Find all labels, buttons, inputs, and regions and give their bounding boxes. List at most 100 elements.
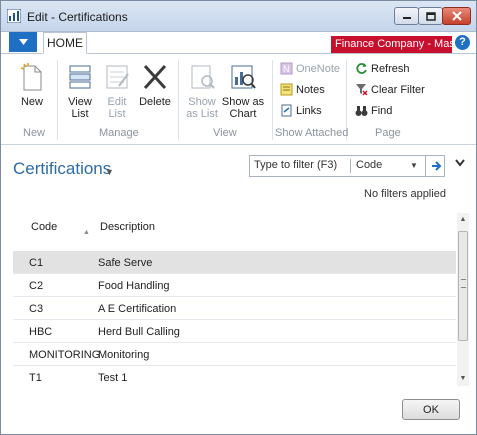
table-row[interactable]: MONITORING Monitoring xyxy=(13,343,456,366)
find-label: Find xyxy=(371,104,393,117)
delete-icon xyxy=(143,64,167,90)
group-separator xyxy=(178,60,179,140)
new-label: New xyxy=(20,96,43,108)
scroll-down-icon[interactable]: ▼ xyxy=(457,372,469,386)
view-list-label-1: View xyxy=(68,96,92,108)
minimize-button[interactable] xyxy=(394,7,419,25)
table-row[interactable]: HBC Herd Bull Calling xyxy=(13,320,456,343)
arrow-right-icon xyxy=(431,161,441,171)
show-as-chart-button[interactable]: Show as Chart xyxy=(221,62,265,120)
filter-status: No filters applied xyxy=(364,188,446,200)
view-list-label-2: List xyxy=(71,108,89,120)
delete-label: Delete xyxy=(139,96,171,108)
delete-button[interactable]: Delete xyxy=(137,62,173,108)
table-row[interactable]: C2 Food Handling xyxy=(13,274,456,297)
refresh-button[interactable]: Refresh xyxy=(355,62,410,75)
group-label-manage: Manage xyxy=(99,127,139,139)
notes-icon xyxy=(280,83,293,96)
links-button[interactable]: Links xyxy=(280,104,322,117)
filter-input[interactable]: Type to filter (F3) xyxy=(254,159,337,171)
view-list-icon xyxy=(69,65,91,89)
cell-code: HBC xyxy=(29,326,53,338)
find-button[interactable]: Find xyxy=(355,104,392,117)
cell-code: C3 xyxy=(29,303,44,315)
svg-text:N: N xyxy=(283,64,290,74)
edit-list-button[interactable]: Edit List xyxy=(101,62,133,120)
group-label-new: New xyxy=(23,127,46,139)
vertical-scrollbar[interactable]: ▲ ▼ xyxy=(457,213,469,386)
clear-filter-icon xyxy=(356,84,368,96)
cell-code: C1 xyxy=(29,257,44,269)
group-label-page: Page xyxy=(375,127,401,139)
filter-apply-button[interactable] xyxy=(425,156,446,176)
table-row[interactable]: T1 Test 1 xyxy=(13,366,456,389)
maximize-icon xyxy=(425,11,436,21)
close-button[interactable] xyxy=(442,7,471,25)
ribbon: New View List Edit List Delete Show as L… xyxy=(1,53,476,145)
cell-description: Herd Bull Calling xyxy=(98,326,180,338)
page-title[interactable]: Certifications xyxy=(13,159,111,179)
group-label-show-attached: Show Attached xyxy=(275,127,349,139)
refresh-label: Refresh xyxy=(371,62,410,75)
show-as-chart-label-1: Show as xyxy=(221,96,265,108)
grip-icon xyxy=(461,279,466,288)
new-button[interactable]: New xyxy=(13,62,51,108)
group-label-view: View xyxy=(213,127,237,139)
cell-description: Monitoring xyxy=(98,349,150,361)
column-header-description[interactable]: Description xyxy=(100,221,155,233)
filter-separator xyxy=(350,159,351,173)
sort-ascending-icon: ▲ xyxy=(83,229,90,236)
scrollbar-thumb[interactable] xyxy=(458,231,468,341)
view-list-button[interactable]: View List xyxy=(63,62,97,120)
cell-description: A E Certification xyxy=(98,303,177,315)
chevron-down-icon xyxy=(18,39,28,45)
table-row[interactable]: C3 A E Certification xyxy=(13,297,456,320)
show-as-list-label-2: as List xyxy=(186,108,218,120)
show-as-list-button[interactable]: Show as List xyxy=(184,62,220,120)
filter-field-select[interactable]: Code xyxy=(356,159,382,171)
chevron-down-icon[interactable]: ▼ xyxy=(410,161,418,170)
show-as-list-label-1: Show xyxy=(188,96,216,108)
onenote-button[interactable]: N OneNote xyxy=(280,62,340,75)
links-icon xyxy=(281,104,292,117)
new-document-icon xyxy=(20,63,42,91)
onenote-icon: N xyxy=(280,62,293,75)
show-as-list-icon xyxy=(191,65,215,89)
group-separator xyxy=(57,60,58,140)
ok-button[interactable]: OK xyxy=(402,399,460,420)
show-as-chart-icon xyxy=(231,65,256,89)
company-badge[interactable]: Finance Company - Mast... xyxy=(331,36,452,53)
maximize-button[interactable] xyxy=(418,7,443,25)
links-label: Links xyxy=(296,104,322,117)
group-separator xyxy=(272,60,273,140)
onenote-label: OneNote xyxy=(296,62,341,75)
close-icon xyxy=(451,11,462,21)
tab-home[interactable]: HOME xyxy=(43,32,87,54)
cell-code: T1 xyxy=(29,372,42,384)
edit-list-label-2: List xyxy=(108,108,126,120)
window-title: Edit - Certifications xyxy=(27,10,128,24)
title-bar: Edit - Certifications xyxy=(1,1,476,32)
notes-button[interactable]: Notes xyxy=(280,83,325,96)
show-as-chart-label-2: Chart xyxy=(229,108,257,120)
notes-label: Notes xyxy=(296,83,325,96)
refresh-icon xyxy=(356,63,367,74)
cell-description: Food Handling xyxy=(98,280,170,292)
dialog-window: Edit - Certifications HOME Finance Compa… xyxy=(0,0,477,435)
help-icon[interactable]: ? xyxy=(455,35,470,50)
minimize-icon xyxy=(402,17,411,19)
app-menu-button[interactable] xyxy=(9,32,37,52)
edit-list-label-1: Edit xyxy=(107,96,127,108)
clear-filter-label: Clear Filter xyxy=(371,83,425,96)
cell-description: Safe Serve xyxy=(98,257,153,269)
cell-code: MONITORING xyxy=(29,349,101,361)
clear-filter-button[interactable]: Clear Filter xyxy=(355,83,425,96)
title-menu-caret[interactable]: ▼ xyxy=(105,167,114,177)
column-header-code[interactable]: Code xyxy=(31,221,57,233)
table-row[interactable]: C1 Safe Serve xyxy=(13,251,456,274)
app-icon xyxy=(7,9,21,23)
edit-list-icon xyxy=(106,65,129,89)
filter-box: Type to filter (F3) Code ▼ xyxy=(249,155,445,177)
scroll-up-icon[interactable]: ▲ xyxy=(457,213,469,227)
expand-chevron-icon[interactable] xyxy=(455,159,465,167)
